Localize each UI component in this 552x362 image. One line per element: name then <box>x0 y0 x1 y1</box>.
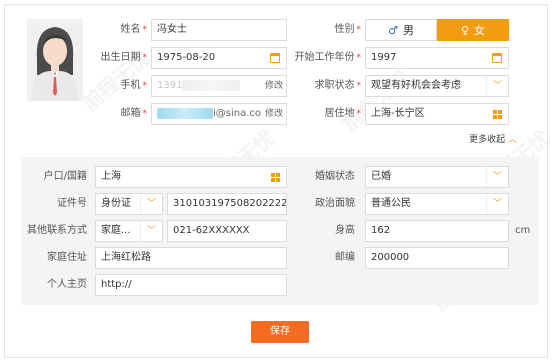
gender-label: 性别 * <box>334 24 362 35</box>
chevron-down-icon[interactable]: ﹀ <box>486 194 508 214</box>
save-button[interactable]: 保存 <box>251 321 309 343</box>
contact-type-select[interactable]: 家庭... ﹀ <box>95 220 163 242</box>
gender-male-button[interactable]: ♂ 男 <box>365 19 437 41</box>
political-label: 政治面貌 <box>315 198 355 209</box>
hukou-label: 户口/国籍 <box>43 171 87 182</box>
avatar[interactable] <box>27 19 83 101</box>
political-select[interactable]: 普通公民 ﹀ <box>365 193 509 215</box>
calendar-icon[interactable] <box>264 48 286 68</box>
birth-label: 出生日期 * <box>100 52 148 63</box>
id-type-select[interactable]: 身份证 ﹀ <box>95 193 163 215</box>
height-unit: cm <box>515 225 531 236</box>
job-status-select[interactable]: 观望有好机会会考虑 ﹀ <box>365 75 509 97</box>
name-input[interactable]: 冯女士 <box>151 19 287 41</box>
contact-input[interactable]: 021-62XXXXXX <box>167 220 287 242</box>
phone-label: 手机 * <box>120 80 148 91</box>
email-edit-link[interactable]: 修改 <box>262 104 283 124</box>
male-icon: ♂ <box>388 23 398 37</box>
marital-label: 婚姻状态 <box>315 171 355 182</box>
address-label: 家庭住址 <box>47 252 87 263</box>
gender-female-button[interactable]: ♀ 女 <box>437 19 509 41</box>
work-start-input[interactable]: 1997 <box>365 47 509 69</box>
resume-form: 前程无忧 前程无忧 前程无忧 前程无忧 前程无忧 前程无忧 姓名* 冯女士 性别… <box>4 4 552 358</box>
phone-input[interactable]: 1391 修改 <box>151 75 287 97</box>
postcode-label: 邮编 <box>335 252 355 263</box>
id-number-input[interactable]: 310103197508202222 <box>167 193 287 215</box>
chevron-down-icon[interactable]: ﹀ <box>140 194 162 214</box>
chevron-up-icon: ︿ <box>505 135 517 145</box>
email-label: 邮箱 * <box>120 108 148 119</box>
marital-select[interactable]: 已婚 ﹀ <box>365 166 509 188</box>
residence-input[interactable]: 上海-长宁区 <box>365 103 509 125</box>
grid-icon[interactable] <box>264 167 286 187</box>
homepage-input[interactable]: http:// <box>95 274 287 296</box>
residence-label: 居住地 * <box>324 108 362 119</box>
watermark: 前程无忧 <box>337 65 415 136</box>
chevron-down-icon[interactable]: ﹀ <box>486 167 508 187</box>
hukou-input[interactable]: 上海 <box>95 166 287 188</box>
postcode-input[interactable]: 200000 <box>365 247 509 269</box>
grid-icon[interactable] <box>486 104 508 124</box>
contact-label: 其他联系方式 <box>27 225 87 236</box>
job-status-label: 求职状态 * <box>314 80 362 91</box>
birth-date-input[interactable]: 1975-08-20 <box>151 47 287 69</box>
address-input[interactable]: 上海红松路 <box>95 247 287 269</box>
id-doc-label: 证件号 <box>57 198 87 209</box>
height-input[interactable]: 162 <box>365 220 509 242</box>
phone-edit-link[interactable]: 修改 <box>265 76 283 96</box>
height-label: 身高 <box>335 225 355 236</box>
homepage-label: 个人主页 <box>47 279 87 290</box>
female-icon: ♀ <box>460 23 470 37</box>
chevron-down-icon[interactable]: ﹀ <box>486 76 508 96</box>
name-label: 姓名 * <box>120 24 148 35</box>
calendar-icon[interactable] <box>486 48 508 68</box>
more-collapse-toggle[interactable]: 更多收起 ︿ <box>469 132 517 145</box>
work-start-label: 开始工作年份 * <box>294 52 362 63</box>
chevron-down-icon[interactable]: ﹀ <box>140 221 162 241</box>
avatar-portrait-icon <box>27 19 83 101</box>
email-input[interactable]: i@sina.co 修改 <box>151 103 287 125</box>
extra-info-section: 户口/国籍 上海 婚姻状态 已婚 ﹀ 证件号 身份证 ﹀ 31010319750… <box>21 157 539 305</box>
